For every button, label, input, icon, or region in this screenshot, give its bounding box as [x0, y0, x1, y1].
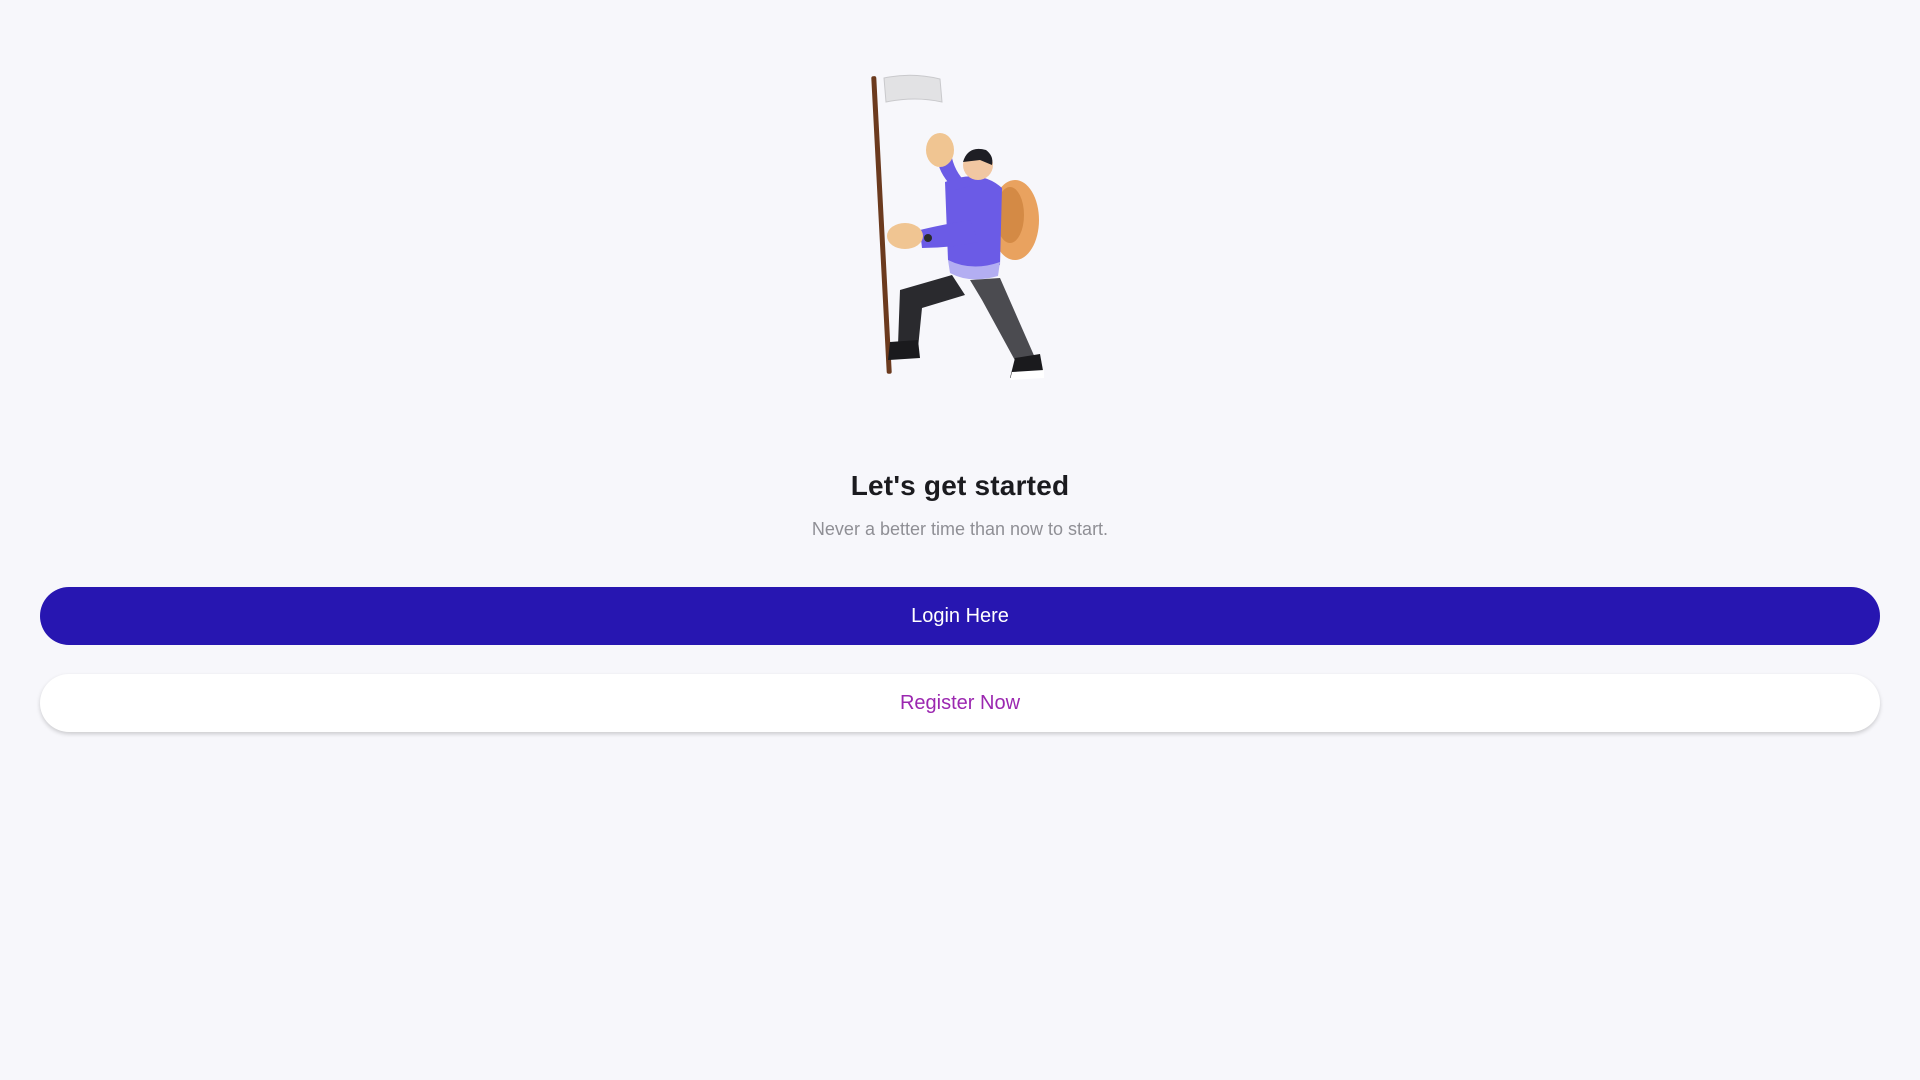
page-subtitle: Never a better time than now to start. — [811, 519, 1109, 539]
login-button[interactable]: Login Here — [40, 587, 1880, 645]
register-button[interactable]: Register Now — [40, 674, 1880, 732]
hiker-with-flag-icon — [860, 70, 1060, 385]
page-title: Let's get started — [850, 470, 1070, 501]
onboarding-screen: Let's get started Never a better time th… — [0, 0, 1920, 1080]
